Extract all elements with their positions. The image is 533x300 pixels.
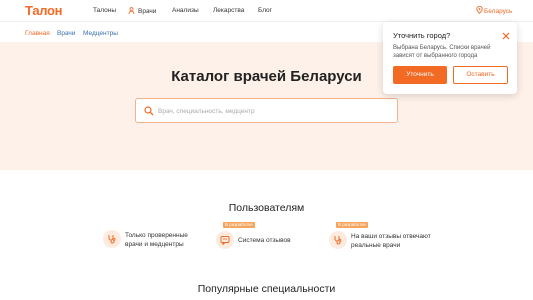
popup-title: Уточнить город? xyxy=(393,31,451,40)
chat-bubble-icon xyxy=(220,236,230,245)
popup-text: Выбрана Беларусь. Списки врачей зависят … xyxy=(393,45,491,59)
feature-icon-replies xyxy=(329,231,347,249)
close-icon[interactable] xyxy=(502,32,510,40)
nav-item-medicines[interactable]: Лекарства xyxy=(213,7,244,14)
location-pin-icon xyxy=(476,5,483,14)
nav-item-blog[interactable]: Блог xyxy=(258,7,272,14)
top-header: Талон Талоны Врачи Анализы Лекарства Бло… xyxy=(0,0,533,22)
in-development-badge: В разработке xyxy=(336,222,368,228)
confirm-city-button[interactable]: Уточнить xyxy=(393,66,447,84)
stethoscope-icon xyxy=(334,236,342,245)
city-label: Беларусь xyxy=(484,8,513,15)
city-confirm-popup: Уточнить город? Выбрана Беларусь. Списки… xyxy=(383,22,517,94)
stethoscope-icon xyxy=(108,235,116,244)
breadcrumb-medcenters[interactable]: Медцентры xyxy=(83,30,118,37)
feature-verified-line2: врачи и медцентры xyxy=(125,240,184,248)
feature-verified-line1: Только проверенные xyxy=(125,232,188,239)
site-logo[interactable]: Талон xyxy=(25,3,63,18)
keep-city-button[interactable]: Оставить xyxy=(453,66,508,84)
feature-icon-reviews xyxy=(216,231,234,249)
users-section-title: Пользователям xyxy=(228,202,305,214)
feature-reviews-line1: Система отзывов xyxy=(238,237,291,244)
breadcrumb-home[interactable]: Главная xyxy=(25,30,50,37)
nav-item-analyses[interactable]: Анализы xyxy=(172,7,199,14)
feature-icon-verified xyxy=(103,230,121,248)
nav-item-doctors[interactable]: Врачи xyxy=(128,7,156,15)
nav-item-talons[interactable]: Талоны xyxy=(93,7,116,14)
nav-item-doctors-label: Врачи xyxy=(138,8,157,15)
search-input[interactable] xyxy=(158,103,388,119)
in-development-badge: В разработке xyxy=(223,222,255,228)
feature-replies-line2: реальные врачи xyxy=(351,241,401,249)
feature-replies-line1: На ваши отзывы отвечают xyxy=(351,233,431,240)
search-icon xyxy=(144,106,154,116)
breadcrumb-doctors[interactable]: Врачи xyxy=(57,30,75,37)
city-selector[interactable]: Беларусь xyxy=(476,5,513,15)
doctor-icon xyxy=(128,7,135,14)
popular-specialties-title: Популярные специальности xyxy=(197,283,336,295)
search-box[interactable] xyxy=(135,98,398,123)
